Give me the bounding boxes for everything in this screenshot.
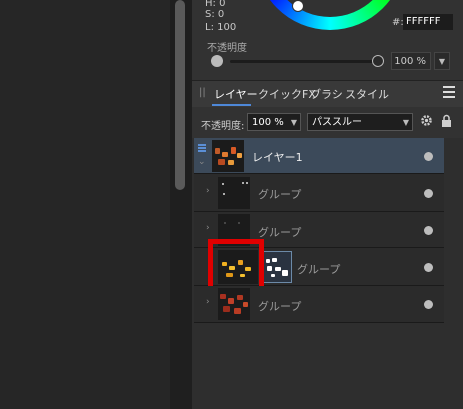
visibility-toggle[interactable] (424, 300, 433, 309)
layer-opacity-dropdown[interactable]: 100 % ▼ (247, 113, 301, 131)
chevron-down-icon[interactable]: ▼ (434, 52, 450, 70)
color-opacity-slider[interactable] (230, 60, 375, 63)
layer-thumbnail (212, 140, 244, 172)
layer-opacity-value: 100 % (252, 117, 284, 128)
opacity-min-icon (211, 55, 223, 67)
layer-name[interactable]: グループ (258, 298, 301, 314)
scrollbar-thumb[interactable] (175, 0, 185, 190)
color-opacity-value[interactable]: 100 % (391, 52, 431, 70)
tab-brushes[interactable]: ブラシ (310, 86, 343, 102)
visibility-toggle[interactable] (424, 226, 433, 235)
chevron-right-icon[interactable]: › (206, 223, 210, 233)
hex-input[interactable]: FFFFFF (403, 14, 453, 30)
visibility-toggle[interactable] (424, 152, 433, 161)
tab-styles[interactable]: スタイル (345, 86, 389, 102)
hue-readout: H: 0 (205, 0, 226, 9)
gear-icon[interactable] (420, 114, 433, 127)
hex-label: #: (392, 17, 404, 28)
panel-grip-icon[interactable]: || (199, 87, 206, 98)
color-opacity-slider-handle[interactable] (372, 55, 384, 67)
layer-thumbnail (218, 288, 250, 320)
panel-menu-icon[interactable] (443, 86, 455, 101)
active-tab-indicator (212, 104, 251, 106)
lock-icon[interactable] (441, 114, 452, 128)
layer-opacity-label: 不透明度: (201, 121, 245, 132)
layer-name[interactable]: グループ (297, 261, 340, 277)
canvas-area[interactable] (0, 0, 170, 409)
layer-thumbnail (218, 177, 250, 209)
mask-thumbnail[interactable] (262, 251, 292, 283)
layer-name[interactable]: グループ (258, 224, 301, 240)
chevron-down-icon: ▼ (402, 118, 409, 127)
tab-layers[interactable]: レイヤー (214, 86, 258, 102)
blend-mode-dropdown[interactable]: パススルー ▼ (307, 113, 413, 131)
layer-type-icon (198, 144, 206, 154)
visibility-toggle[interactable] (424, 263, 433, 272)
chevron-right-icon[interactable]: › (206, 297, 210, 307)
chevron-down-icon: ▼ (290, 118, 297, 127)
chevron-right-icon[interactable]: › (206, 186, 210, 196)
chevron-down-icon[interactable]: ⌄ (198, 157, 206, 167)
tab-quick-fx[interactable]: クイックFX (258, 86, 316, 102)
lightness-readout: L: 100 (205, 22, 237, 33)
color-wheel-handle[interactable] (292, 0, 304, 12)
layer-name[interactable]: グループ (258, 186, 301, 202)
visibility-toggle[interactable] (424, 189, 433, 198)
color-opacity-title: 不透明度 (207, 43, 247, 54)
saturation-readout: S: 0 (205, 9, 225, 20)
layer-name[interactable]: レイヤー1 (252, 149, 303, 165)
blend-mode-value: パススルー (312, 117, 362, 128)
